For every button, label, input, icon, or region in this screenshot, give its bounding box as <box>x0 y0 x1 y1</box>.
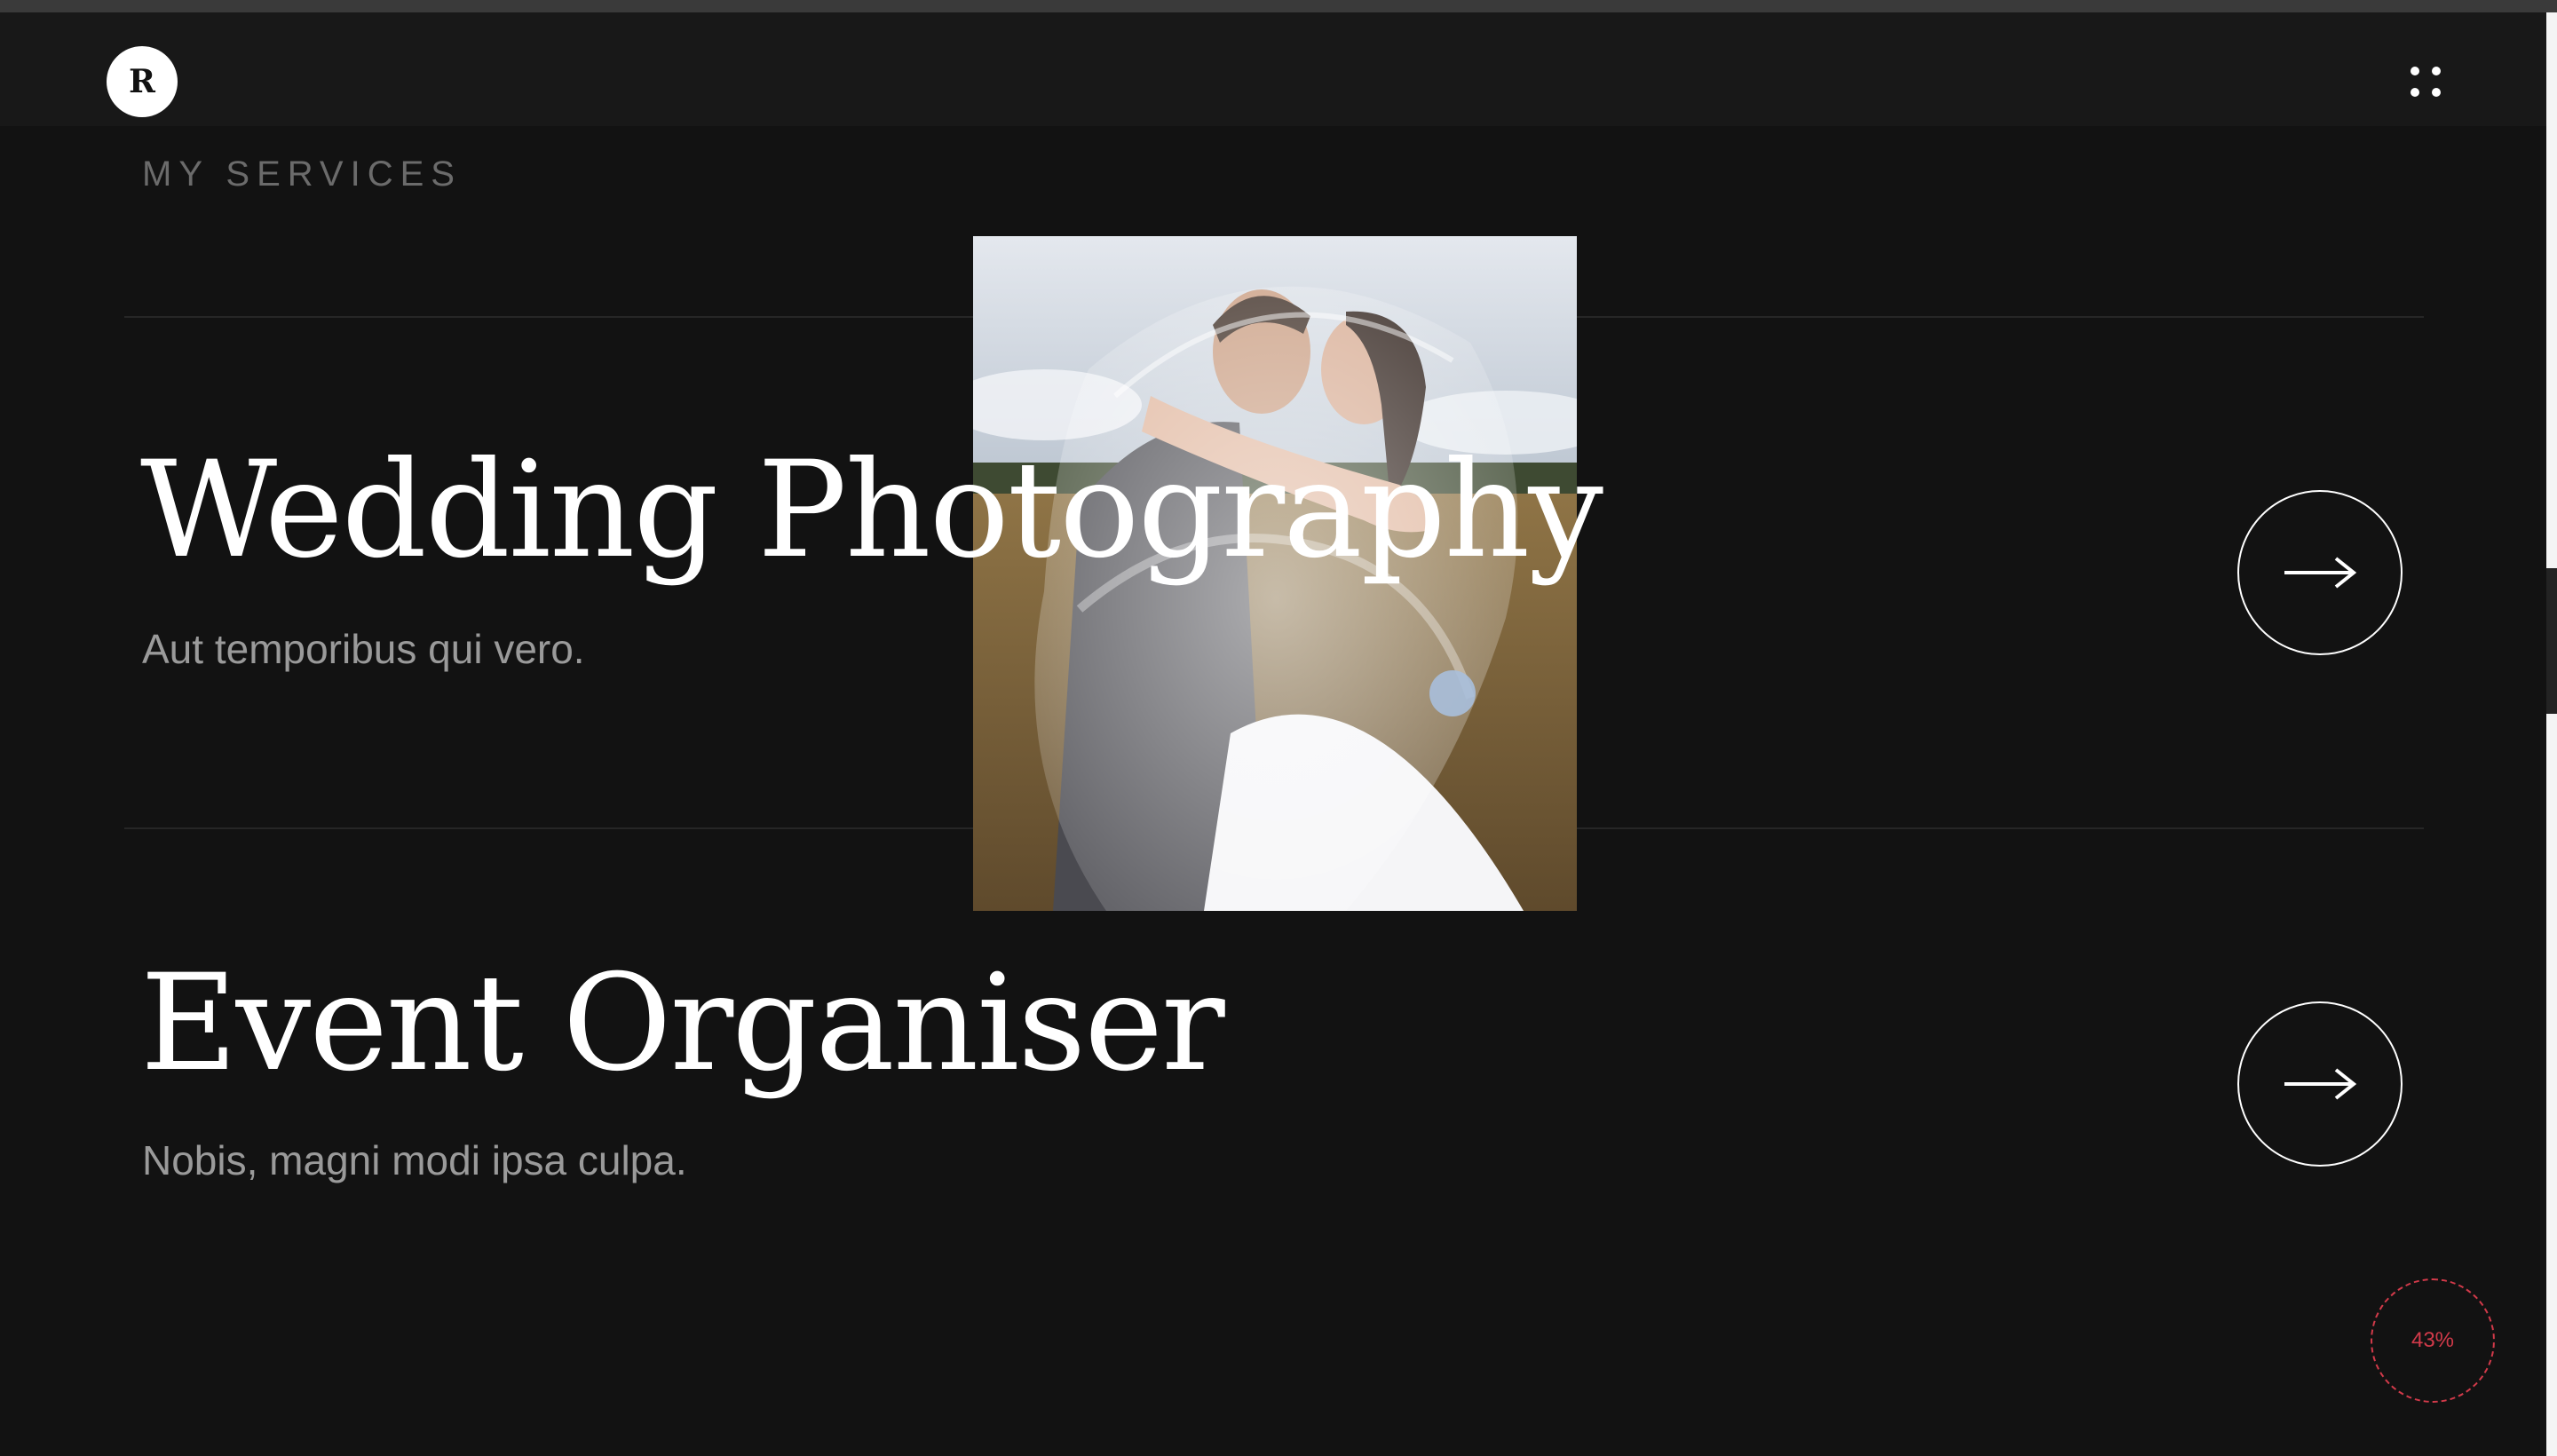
service-arrow-button[interactable] <box>2237 1001 2403 1167</box>
service-arrow-button[interactable] <box>2237 490 2403 655</box>
section-label: MY SERVICES <box>142 154 462 194</box>
service-subtitle: Aut temporibus qui vero. <box>142 626 585 672</box>
service-subtitle: Nobis, magni modi ipsa culpa. <box>142 1137 687 1183</box>
logo[interactable]: R <box>107 46 178 117</box>
scroll-progress-label: 43% <box>2411 1328 2455 1352</box>
dots-grid-icon[interactable] <box>2408 64 2443 99</box>
site-header: R <box>0 12 2546 126</box>
scroll-progress-indicator[interactable]: 43% <box>2371 1278 2495 1403</box>
page-scrollbar[interactable] <box>2546 12 2557 1456</box>
page-scrollbar-thumb[interactable] <box>2546 568 2557 714</box>
arrow-right-icon <box>2284 1068 2357 1100</box>
logo-letter: R <box>129 63 155 100</box>
browser-top-strip <box>0 0 2557 12</box>
service-title[interactable]: Wedding Photography <box>140 444 1603 577</box>
arrow-right-icon <box>2284 557 2357 589</box>
service-title[interactable]: Event Organiser <box>140 957 1225 1090</box>
